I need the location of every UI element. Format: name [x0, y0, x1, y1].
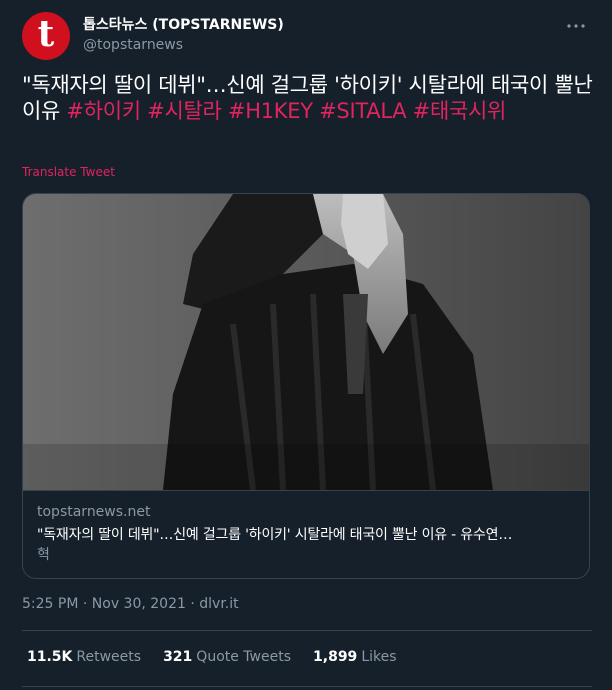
- retweets-stat[interactable]: 11.5K Retweets: [27, 649, 141, 665]
- card-title: "독재자의 딸이 데뷔"…신예 걸그룹 '하이키' 시탈라에 태국이 뿔난 이유…: [37, 525, 577, 565]
- photo-image: [23, 194, 589, 491]
- tweet-meta: 5:25 PM · Nov 30, 2021 · dlvr.it: [22, 596, 239, 612]
- divider: [22, 630, 592, 631]
- author-info: 톱스타뉴스 (TOPSTARNEWS) @topstarnews: [83, 16, 284, 55]
- likes-count: 1,899: [313, 649, 358, 665]
- hashtag-link[interactable]: #SITALA: [319, 99, 406, 123]
- link-card[interactable]: topstarnews.net "독재자의 딸이 데뷔"…신예 걸그룹 '하이키…: [22, 193, 590, 579]
- tweet-text: "독재자의 딸이 데뷔"…신예 걸그룹 '하이키' 시탈라에 태국이 뿔난 이유…: [22, 72, 594, 124]
- quote-tweets-stat[interactable]: 321 Quote Tweets: [163, 649, 291, 665]
- more-options-button[interactable]: [564, 14, 588, 38]
- tweet-time[interactable]: 5:25 PM: [22, 596, 78, 612]
- hashtag-link[interactable]: #태국시위: [413, 99, 507, 123]
- divider: [22, 686, 592, 687]
- hashtag-link[interactable]: #시탈라: [147, 99, 222, 123]
- meta-separator: ·: [185, 596, 200, 612]
- hashtag-link[interactable]: #H1KEY: [228, 99, 313, 123]
- retweets-count: 11.5K: [27, 649, 73, 665]
- avatar-logo-letter: t: [37, 13, 55, 55]
- tweet-date[interactable]: Nov 30, 2021: [92, 596, 186, 612]
- likes-label: Likes: [361, 649, 397, 665]
- avatar[interactable]: t: [22, 12, 70, 60]
- hashtag-link[interactable]: #하이키: [66, 99, 141, 123]
- card-divider: [23, 490, 589, 491]
- card-title-line: "독재자의 딸이 데뷔"…신예 걸그룹 '하이키' 시탈라에 태국이 뿔난 이유…: [37, 527, 513, 543]
- card-domain: topstarnews.net: [37, 504, 151, 520]
- quote-tweets-count: 321: [163, 649, 193, 665]
- translate-tweet-link[interactable]: Translate Tweet: [22, 165, 115, 179]
- tweet-stats: 11.5K Retweets 321 Quote Tweets 1,899 Likes: [27, 649, 397, 665]
- tweet-header: t 톱스타뉴스 (TOPSTARNEWS) @topstarnews: [22, 12, 592, 62]
- meta-separator: ·: [78, 596, 92, 612]
- retweets-label: Retweets: [76, 649, 142, 665]
- tweet-container: t 톱스타뉴스 (TOPSTARNEWS) @topstarnews "독재자의…: [0, 0, 612, 690]
- card-image[interactable]: [23, 194, 589, 491]
- author-display-name[interactable]: 톱스타뉴스 (TOPSTARNEWS): [83, 16, 284, 34]
- author-handle[interactable]: @topstarnews: [83, 35, 284, 55]
- tweet-source[interactable]: dlvr.it: [199, 596, 238, 612]
- likes-stat[interactable]: 1,899 Likes: [313, 649, 397, 665]
- more-horizontal-icon: [567, 24, 585, 28]
- quote-tweets-label: Quote Tweets: [196, 649, 292, 665]
- card-title-line: 혁: [37, 547, 50, 563]
